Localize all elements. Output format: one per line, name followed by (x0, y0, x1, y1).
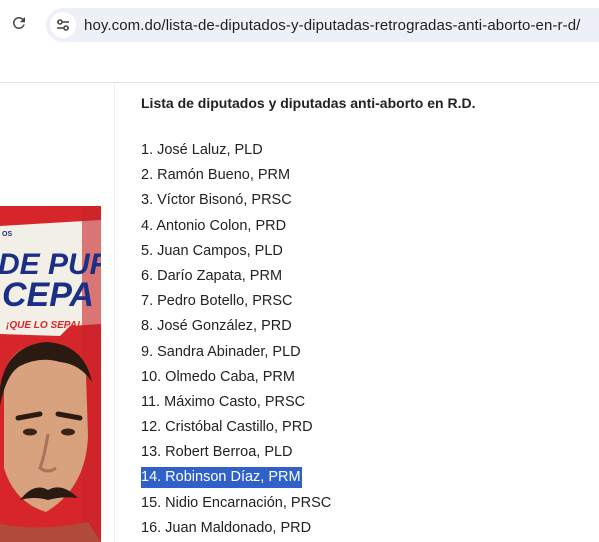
list-item: 15. Nidio Encarnación, PRSC (141, 491, 591, 516)
movie-poster-image[interactable]: DE PURA CEPA ¡QUE LO SEPA! OS (0, 206, 101, 542)
list-item: 11. Máximo Casto, PRSC (141, 390, 591, 415)
list-item-text: 5. Juan Campos, PLD (141, 242, 283, 259)
list-item: 3. Víctor Bisonó, PRSC (141, 188, 591, 213)
poster-graphic: DE PURA CEPA ¡QUE LO SEPA! OS (0, 206, 101, 542)
toolbar-divider (0, 82, 599, 83)
list-item-text: 15. Nidio Encarnación, PRSC (141, 494, 332, 511)
list-item-text: 6. Darío Zapata, PRM (141, 267, 283, 284)
list-item-text: 3. Víctor Bisonó, PRSC (141, 192, 292, 209)
poster-tagline: ¡QUE LO SEPA! (6, 320, 81, 331)
reload-icon (12, 16, 25, 29)
list-item-text: 10. Olmedo Caba, PRM (141, 368, 295, 385)
list-item-text: 7. Pedro Botello, PRSC (141, 293, 293, 310)
list-item: 9. Sandra Abinader, PLD (141, 340, 591, 365)
browser-toolbar: hoy.com.do/lista-de-diputados-y-diputada… (0, 0, 599, 50)
list-item: 16. Juan Maldonado, PRD (141, 516, 591, 541)
list-item-text: 16. Juan Maldonado, PRD (141, 519, 312, 536)
list-item-text: 11. Máximo Casto, PRSC (141, 393, 306, 410)
list-item-text: 12. Cristóbal Castillo, PRD (141, 419, 313, 436)
tune-icon (57, 19, 69, 31)
list-item: 12. Cristóbal Castillo, PRD (141, 415, 591, 440)
address-bar[interactable]: hoy.com.do/lista-de-diputados-y-diputada… (46, 8, 599, 42)
list-item-text: 14. Robinson Díaz, PRM (141, 467, 302, 489)
poster-top-text: OS (2, 231, 12, 238)
list-item-text: 13. Robert Berroa, PLD (141, 444, 293, 461)
list-item: 4. Antonio Colon, PRD (141, 214, 591, 239)
list-item-text: 8. José González, PRD (141, 318, 292, 335)
deputies-list: 1. José Laluz, PLD 2. Ramón Bueno, PRM 3. … (141, 138, 591, 541)
poster-title-line2: CEPA (2, 276, 94, 314)
list-item: 13. Robert Berroa, PLD (141, 440, 591, 465)
url-text[interactable]: hoy.com.do/lista-de-diputados-y-diputada… (84, 17, 580, 34)
list-item-text: 4. Antonio Colon, PRD (141, 217, 287, 234)
reload-button[interactable] (8, 12, 30, 34)
list-item: 5. Juan Campos, PLD (141, 239, 591, 264)
site-info-button[interactable] (50, 12, 76, 38)
list-item: 8. José González, PRD (141, 314, 591, 339)
list-item: 10. Olmedo Caba, PRM (141, 365, 591, 390)
list-item: 14. Robinson Díaz, PRM (141, 465, 591, 490)
list-item-text: 9. Sandra Abinader, PLD (141, 343, 301, 360)
list-heading: Lista de diputados y diputadas anti-abor… (141, 95, 476, 111)
list-item: 1. José Laluz, PLD (141, 138, 591, 163)
list-item: 6. Darío Zapata, PRM (141, 264, 591, 289)
article-body: Lista de diputados y diputadas anti-abor… (141, 93, 591, 541)
list-item-text: 2. Ramón Bueno, PRM (141, 167, 291, 184)
list-item: 2. Ramón Bueno, PRM (141, 163, 591, 188)
list-item: 7. Pedro Botello, PRSC (141, 289, 591, 314)
list-item-text: 1. José Laluz, PLD (141, 142, 263, 158)
column-divider (114, 83, 115, 542)
